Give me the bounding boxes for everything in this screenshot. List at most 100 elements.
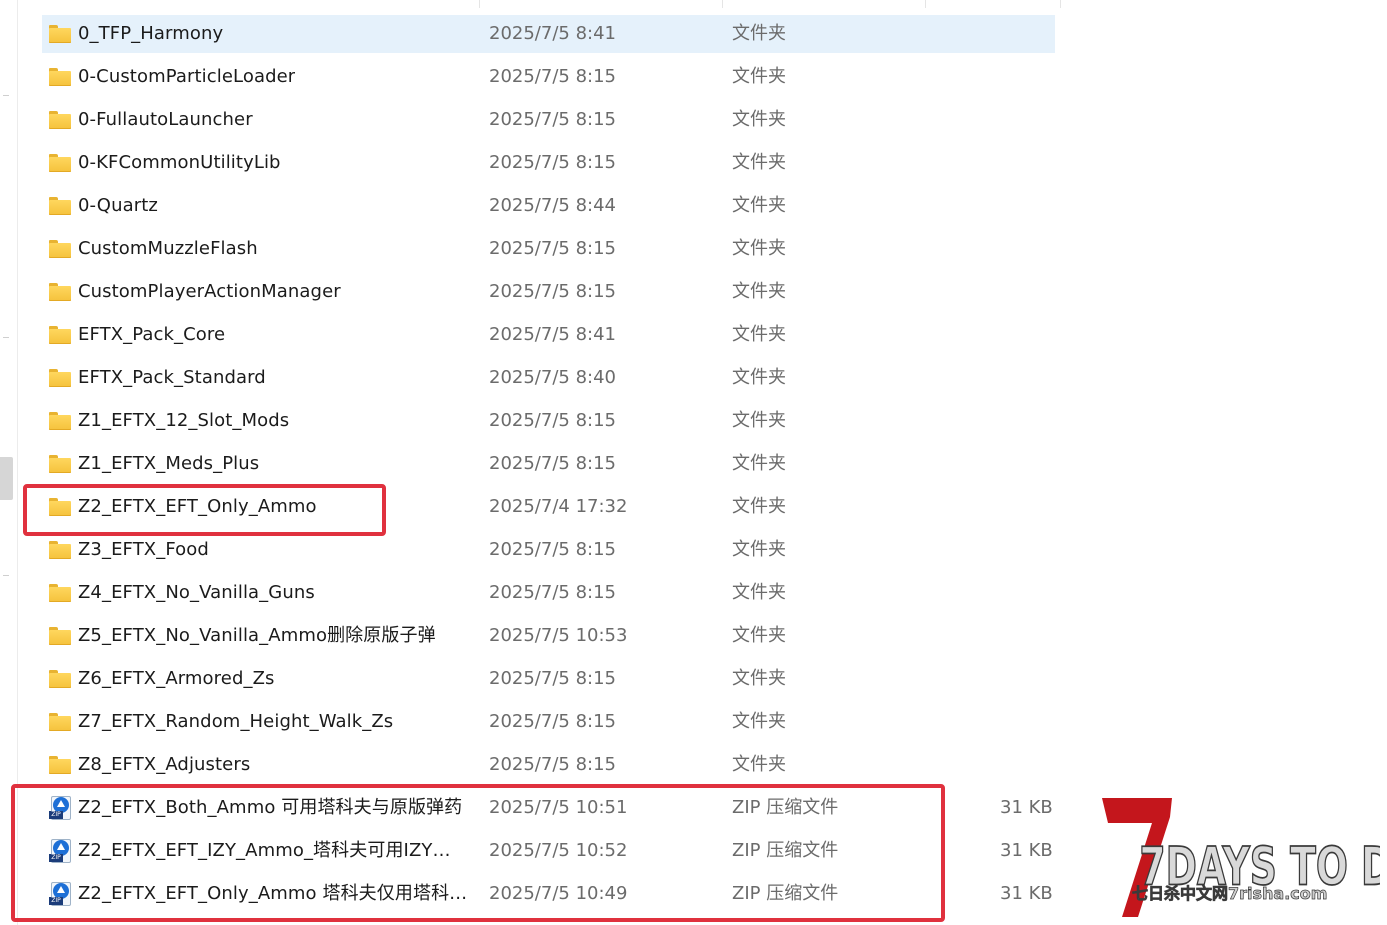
- folder-icon: [49, 326, 71, 344]
- file-type: 文件夹: [732, 582, 786, 603]
- folder-icon: [49, 713, 71, 731]
- file-type: 文件夹: [732, 152, 786, 173]
- file-name: 0-CustomParticleLoader: [78, 66, 296, 87]
- file-name: CustomPlayerActionManager: [78, 281, 341, 302]
- file-name: EFTX_Pack_Core: [78, 324, 226, 345]
- file-size: 31 KB: [1000, 797, 1053, 818]
- folder-icon: [49, 627, 71, 645]
- folder-icon: [49, 670, 71, 688]
- highlight-box-zip-files: [11, 784, 945, 922]
- folder-icon: [49, 369, 71, 387]
- highlight-box-eft-only-ammo-folder: [23, 484, 386, 536]
- folder-icon: [49, 584, 71, 602]
- file-row[interactable]: 0-KFCommonUtilityLib 2025/7/5 8:15 文件夹: [42, 144, 1062, 182]
- file-row[interactable]: Z7_EFTX_Random_Height_Walk_Zs 2025/7/5 8…: [42, 703, 1062, 741]
- file-type: 文件夹: [732, 496, 786, 517]
- file-row[interactable]: Z5_EFTX_No_Vanilla_Ammo删除原版子弹 2025/7/5 1…: [42, 617, 1062, 655]
- file-name: Z6_EFTX_Armored_Zs: [78, 668, 275, 689]
- file-name: EFTX_Pack_Standard: [78, 367, 266, 388]
- nav-tick: [3, 575, 9, 576]
- file-date-modified: 2025/7/4 17:32: [489, 496, 628, 517]
- nav-tick: [3, 95, 9, 96]
- folder-icon: [49, 283, 71, 301]
- file-row[interactable]: 0_TFP_Harmony 2025/7/5 8:41 文件夹: [42, 15, 1055, 53]
- file-type: 文件夹: [732, 23, 786, 44]
- file-type: 文件夹: [732, 281, 786, 302]
- file-row[interactable]: Z1_EFTX_Meds_Plus 2025/7/5 8:15 文件夹: [42, 445, 1062, 483]
- folder-icon: [49, 154, 71, 172]
- file-row[interactable]: EFTX_Pack_Standard 2025/7/5 8:40 文件夹: [42, 359, 1062, 397]
- folder-icon: [49, 197, 71, 215]
- file-row[interactable]: Z4_EFTX_No_Vanilla_Guns 2025/7/5 8:15 文件…: [42, 574, 1062, 612]
- file-date-modified: 2025/7/5 8:15: [489, 453, 616, 474]
- file-type: 文件夹: [732, 711, 786, 732]
- column-separator[interactable]: [479, 0, 480, 8]
- folder-icon: [49, 25, 71, 43]
- file-date-modified: 2025/7/5 8:15: [489, 582, 616, 603]
- file-name: Z4_EFTX_No_Vanilla_Guns: [78, 582, 315, 603]
- file-name: 0-FullautoLauncher: [78, 109, 253, 130]
- file-type: 文件夹: [732, 453, 786, 474]
- folder-icon: [49, 756, 71, 774]
- file-date-modified: 2025/7/5 8:15: [489, 281, 616, 302]
- file-size: 31 KB: [1000, 840, 1053, 861]
- folder-icon: [49, 541, 71, 559]
- file-date-modified: 2025/7/5 8:15: [489, 410, 616, 431]
- file-date-modified: 2025/7/5 8:40: [489, 367, 616, 388]
- file-type: 文件夹: [732, 324, 786, 345]
- file-row[interactable]: CustomMuzzleFlash 2025/7/5 8:15 文件夹: [42, 230, 1062, 268]
- file-date-modified: 2025/7/5 8:15: [489, 152, 616, 173]
- file-date-modified: 2025/7/5 8:41: [489, 23, 616, 44]
- file-type: 文件夹: [732, 195, 786, 216]
- folder-icon: [49, 111, 71, 129]
- file-size: 31 KB: [1000, 883, 1053, 904]
- file-name: Z1_EFTX_12_Slot_Mods: [78, 410, 290, 431]
- file-row[interactable]: Z6_EFTX_Armored_Zs 2025/7/5 8:15 文件夹: [42, 660, 1062, 698]
- file-row[interactable]: CustomPlayerActionManager 2025/7/5 8:15 …: [42, 273, 1062, 311]
- logo-subtitle: 七日杀中文网7risha.com: [1132, 884, 1327, 903]
- file-name: 0-Quartz: [78, 195, 158, 216]
- file-list: 0_TFP_Harmony 2025/7/5 8:41 文件夹 0-Custom…: [42, 15, 1062, 918]
- file-name: Z8_EFTX_Adjusters: [78, 754, 251, 775]
- file-row[interactable]: Z1_EFTX_12_Slot_Mods 2025/7/5 8:15 文件夹: [42, 402, 1062, 440]
- file-name: Z3_EFTX_Food: [78, 539, 209, 560]
- column-separator[interactable]: [1060, 0, 1061, 8]
- file-name: 0-KFCommonUtilityLib: [78, 152, 281, 173]
- file-row[interactable]: 0-Quartz 2025/7/5 8:44 文件夹: [42, 187, 1062, 225]
- file-type: 文件夹: [732, 367, 786, 388]
- file-date-modified: 2025/7/5 8:15: [489, 238, 616, 259]
- file-row[interactable]: Z3_EFTX_Food 2025/7/5 8:15 文件夹: [42, 531, 1062, 569]
- file-type: 文件夹: [732, 66, 786, 87]
- nav-scrollbar-thumb[interactable]: [0, 457, 13, 500]
- folder-icon: [49, 240, 71, 258]
- file-type: 文件夹: [732, 668, 786, 689]
- file-row[interactable]: 0-CustomParticleLoader 2025/7/5 8:15 文件夹: [42, 58, 1062, 96]
- file-type: 文件夹: [732, 754, 786, 775]
- file-type: 文件夹: [732, 109, 786, 130]
- file-row[interactable]: Z8_EFTX_Adjusters 2025/7/5 8:15 文件夹: [42, 746, 1062, 784]
- file-name: Z7_EFTX_Random_Height_Walk_Zs: [78, 711, 394, 732]
- file-date-modified: 2025/7/5 10:53: [489, 625, 628, 646]
- file-name: 0_TFP_Harmony: [78, 23, 224, 44]
- folder-icon: [49, 412, 71, 430]
- file-name: Z5_EFTX_No_Vanilla_Ammo删除原版子弹: [78, 625, 436, 646]
- file-row[interactable]: 0-FullautoLauncher 2025/7/5 8:15 文件夹: [42, 101, 1062, 139]
- column-separator[interactable]: [925, 0, 926, 8]
- 7-days-to-die-logo: 7DAYS TO DIE 七日杀中文网7risha.com: [1102, 798, 1380, 917]
- file-date-modified: 2025/7/5 8:15: [489, 539, 616, 560]
- file-type: 文件夹: [732, 238, 786, 259]
- file-row[interactable]: EFTX_Pack_Core 2025/7/5 8:41 文件夹: [42, 316, 1062, 354]
- file-date-modified: 2025/7/5 8:15: [489, 711, 616, 732]
- file-date-modified: 2025/7/5 8:15: [489, 109, 616, 130]
- file-date-modified: 2025/7/5 8:44: [489, 195, 616, 216]
- nav-tick: [3, 337, 9, 338]
- file-name: CustomMuzzleFlash: [78, 238, 258, 259]
- file-type: 文件夹: [732, 625, 786, 646]
- file-date-modified: 2025/7/5 8:15: [489, 66, 616, 87]
- file-name: Z1_EFTX_Meds_Plus: [78, 453, 260, 474]
- column-separator[interactable]: [722, 0, 723, 8]
- file-date-modified: 2025/7/5 8:41: [489, 324, 616, 345]
- file-type: 文件夹: [732, 539, 786, 560]
- file-date-modified: 2025/7/5 8:15: [489, 754, 616, 775]
- file-date-modified: 2025/7/5 8:15: [489, 668, 616, 689]
